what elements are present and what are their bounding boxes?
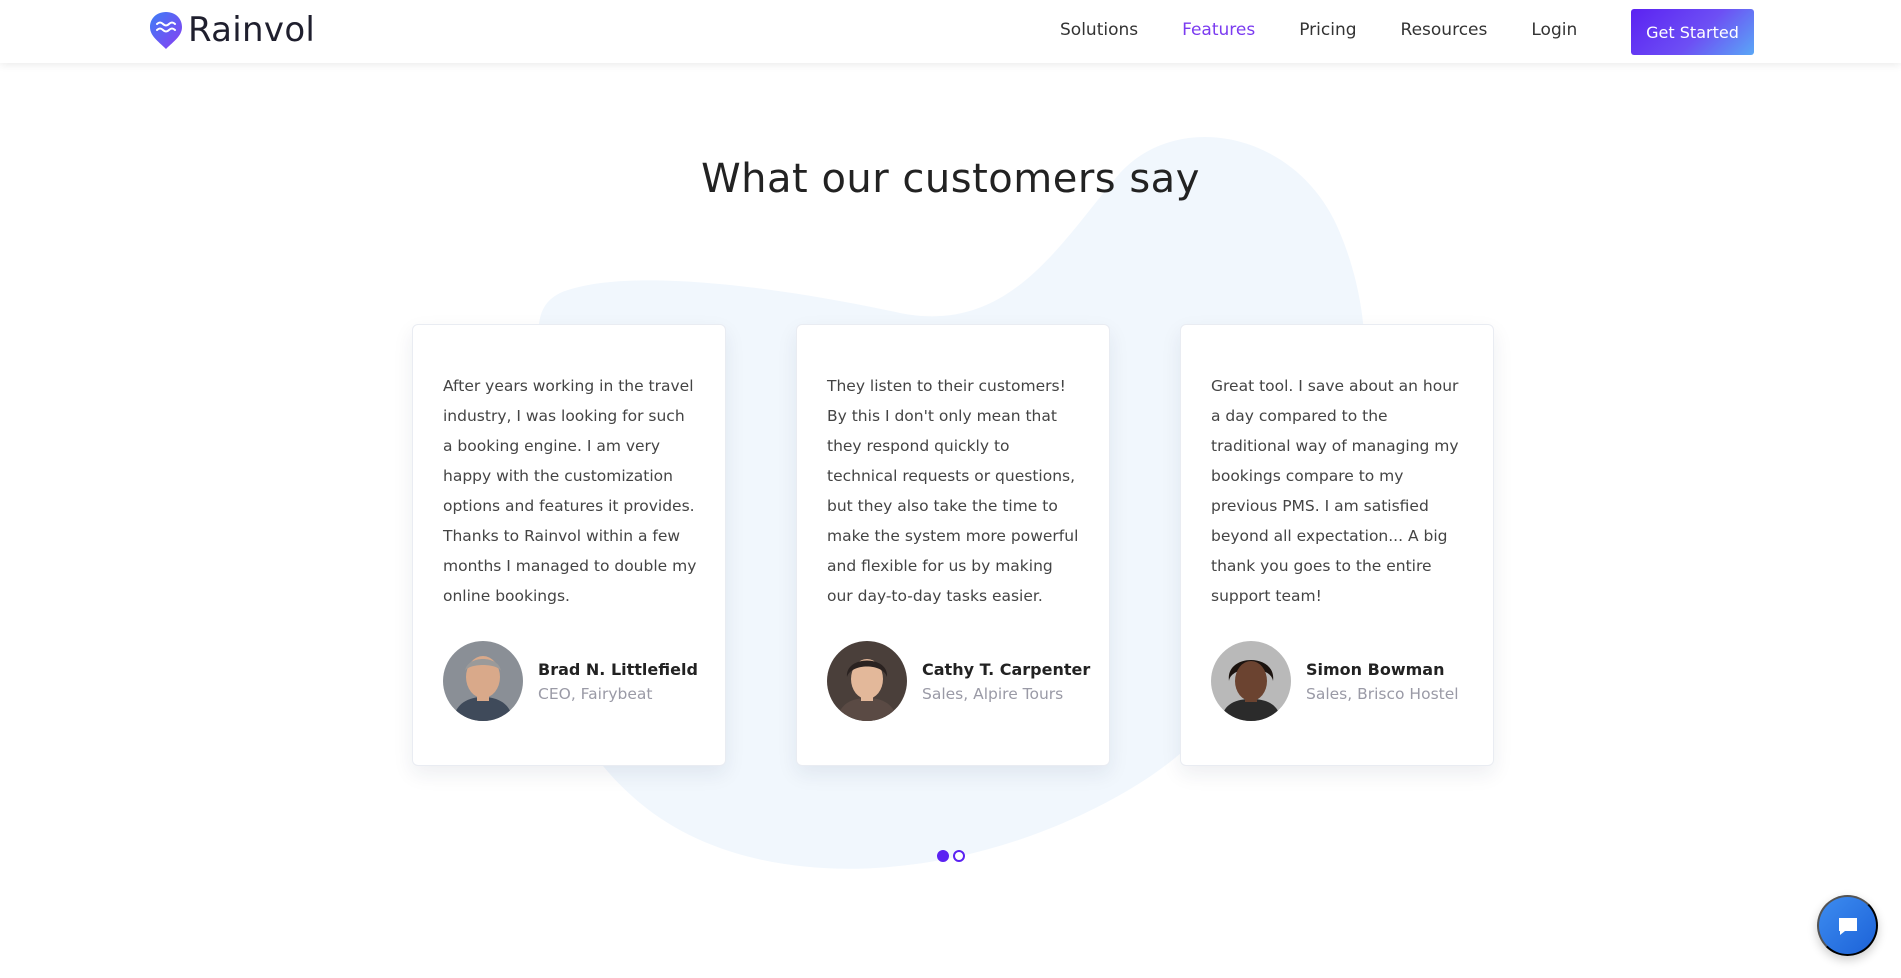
main-nav: Solutions Features Pricing Resources Log…	[1060, 20, 1621, 40]
raindrop-logo-icon	[150, 12, 182, 49]
nav-item-solutions[interactable]: Solutions	[1060, 20, 1138, 40]
testimonial-card: After years working in the travel indust…	[412, 324, 726, 766]
chat-button[interactable]	[1817, 895, 1878, 956]
avatar	[827, 641, 907, 721]
author-role: Sales, Brisco Hostel	[1306, 684, 1459, 703]
avatar	[1211, 641, 1291, 721]
chat-bubble-icon	[1838, 917, 1857, 935]
logo-text: Rainvol	[188, 10, 316, 50]
testimonial-author: Simon Bowman Sales, Brisco Hostel	[1211, 641, 1459, 721]
testimonial-card: Great tool. I save about an hour a day c…	[1180, 324, 1494, 766]
site-header: Rainvol Solutions Features Pricing Resou…	[0, 0, 1901, 63]
author-role: CEO, Fairybeat	[538, 684, 653, 703]
testimonial-quote: They listen to their customers! By this …	[827, 377, 1079, 605]
author-name: Simon Bowman	[1306, 659, 1445, 679]
testimonial-card: They listen to their customers! By this …	[796, 324, 1110, 766]
nav-item-pricing[interactable]: Pricing	[1299, 20, 1356, 40]
nav-item-resources[interactable]: Resources	[1401, 20, 1488, 40]
nav-item-login[interactable]: Login	[1531, 20, 1577, 40]
author-name: Cathy T. Carpenter	[922, 659, 1091, 679]
author-role: Sales, Alpire Tours	[922, 684, 1064, 703]
carousel-pagination	[937, 850, 965, 862]
carousel-dot-2[interactable]	[953, 850, 965, 862]
logo[interactable]: Rainvol	[148, 10, 315, 50]
testimonial-cards: After years working in the travel indust…	[412, 324, 1494, 766]
carousel-dot-1[interactable]	[937, 850, 949, 862]
author-name: Brad N. Littlefield	[538, 659, 698, 679]
nav-item-features[interactable]: Features	[1182, 20, 1255, 40]
get-started-button[interactable]: Get Started	[1631, 9, 1754, 55]
testimonial-author: Cathy T. Carpenter Sales, Alpire Tours	[827, 641, 1090, 721]
avatar	[443, 641, 523, 721]
section-title: What our customers say	[701, 156, 1200, 202]
testimonial-quote: After years working in the travel indust…	[443, 377, 697, 605]
testimonial-author: Brad N. Littlefield CEO, Fairybeat	[443, 641, 698, 721]
testimonial-quote: Great tool. I save about an hour a day c…	[1211, 377, 1459, 605]
